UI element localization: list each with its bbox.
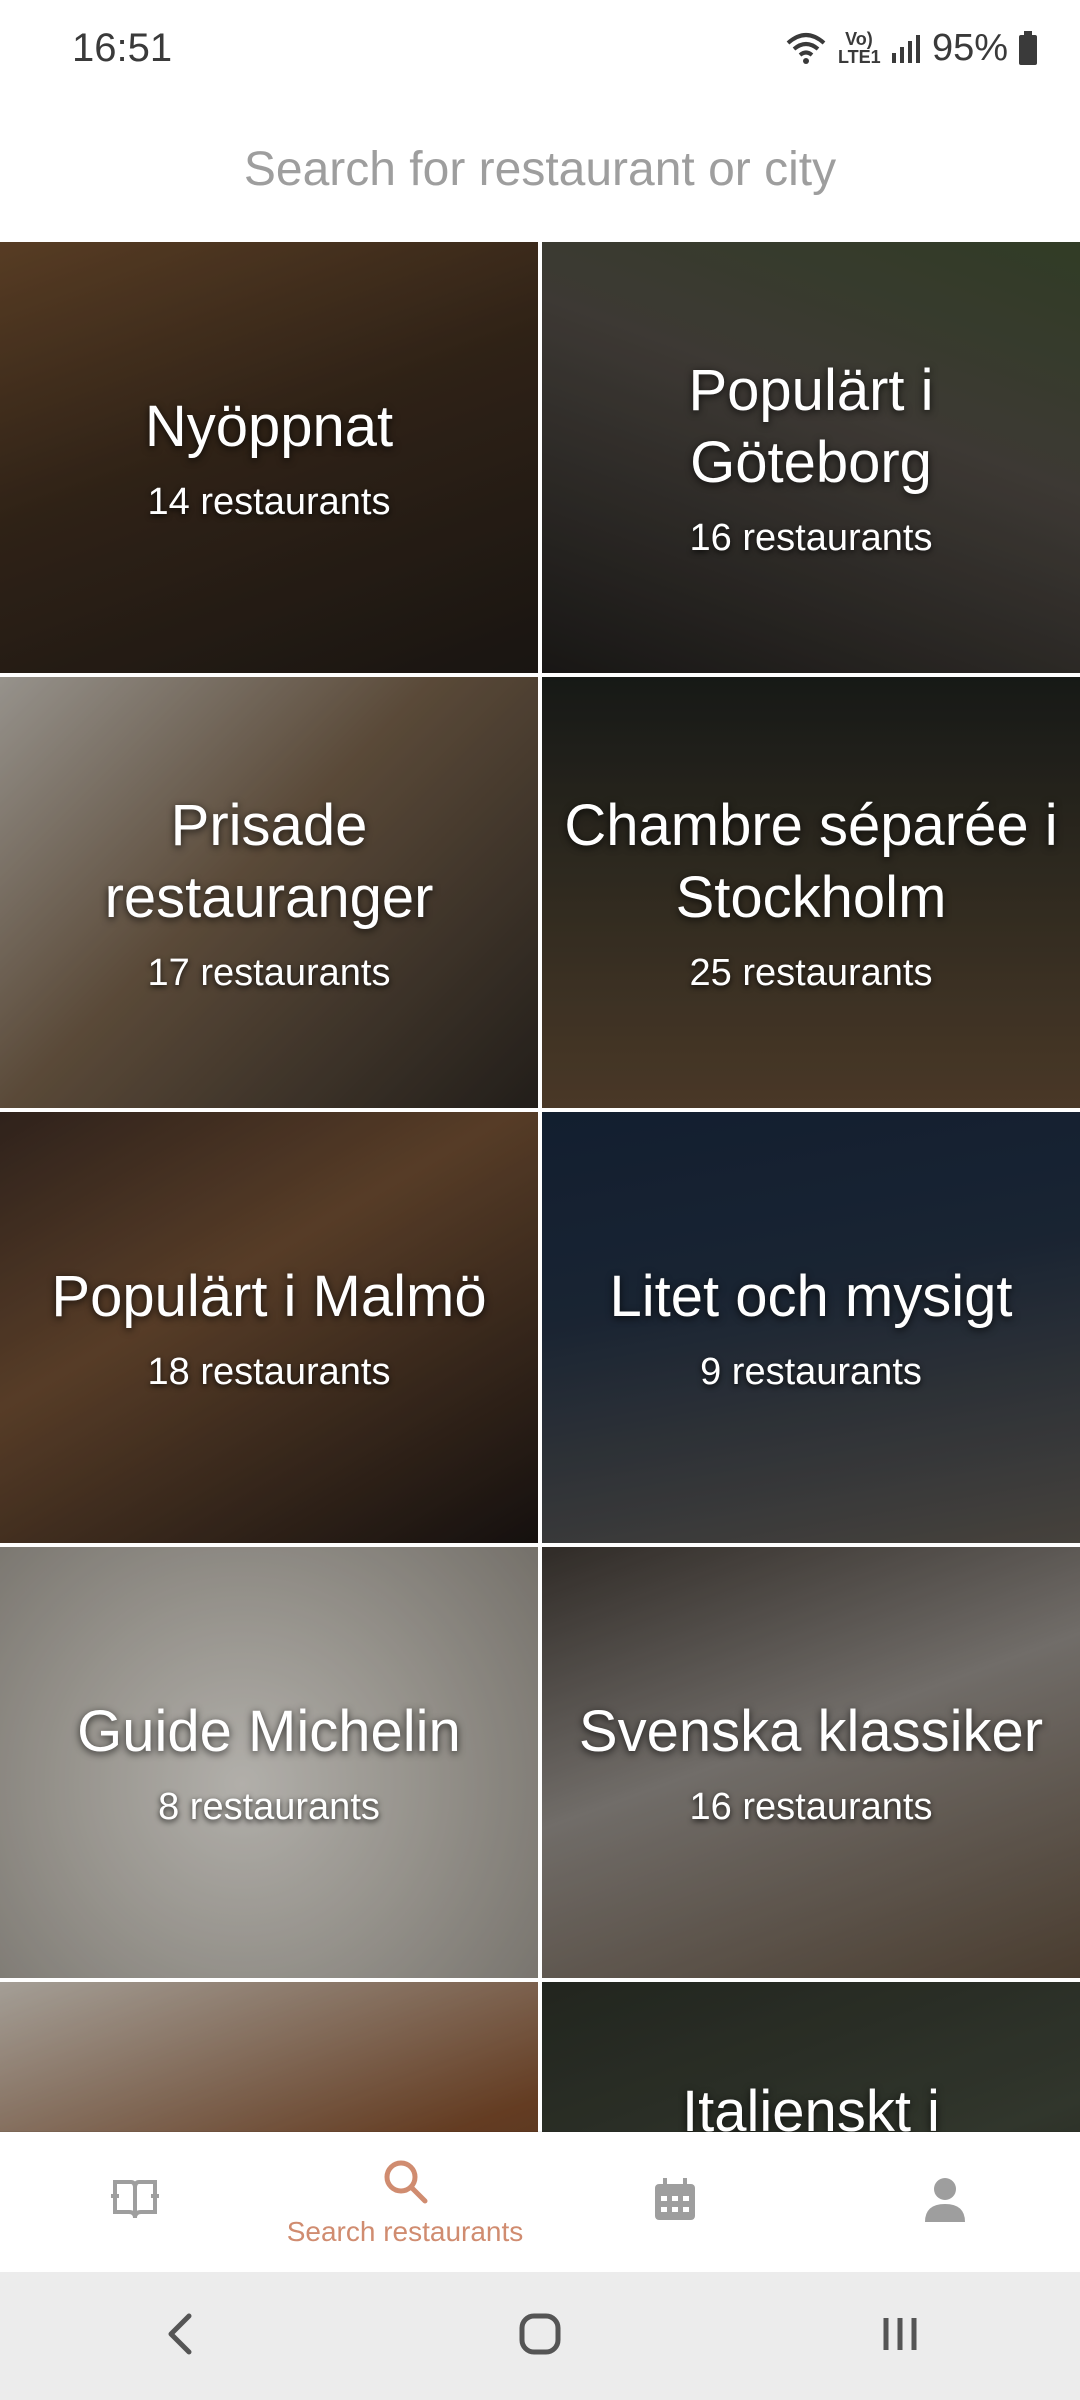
- home-icon: [518, 2312, 562, 2361]
- nav-label-search: Search restaurants: [286, 2215, 524, 2247]
- collection-tile[interactable]: Italienskt i: [542, 1982, 1080, 2132]
- collection-count: 16 restaurants: [689, 1786, 933, 1828]
- collection-tile[interactable]: Svenska klassiker 16 restaurants: [542, 1547, 1080, 1978]
- search-bar: [0, 96, 1080, 242]
- collection-tile[interactable]: [0, 1982, 538, 2132]
- collection-tile[interactable]: Litet och mysigt 9 restaurants: [542, 1112, 1080, 1543]
- search-icon: [381, 2157, 429, 2210]
- back-icon: [165, 2312, 195, 2361]
- collections-grid: Nyöppnat 14 restaurants Populärt i Göteb…: [0, 242, 1080, 2132]
- book-icon: [107, 2178, 163, 2227]
- battery-text: 95%: [931, 26, 1008, 69]
- collection-count: 18 restaurants: [147, 1351, 391, 1393]
- search-input[interactable]: [88, 140, 992, 198]
- nav-item-guides[interactable]: [0, 2132, 270, 2272]
- collection-tile[interactable]: Populärt i Malmö 18 restaurants: [0, 1112, 538, 1543]
- nav-item-bookings[interactable]: [540, 2132, 810, 2272]
- home-button[interactable]: [470, 2286, 610, 2386]
- status-icons: Vo) LTE1 95%: [784, 27, 1038, 70]
- collection-tile[interactable]: Prisade restauranger 17 restaurants: [0, 677, 538, 1108]
- collection-tile[interactable]: Chambre séparée i Stockholm 25 restauran…: [542, 677, 1080, 1108]
- collection-title: Prisade restauranger: [104, 793, 434, 930]
- collection-title: Italienskt i: [682, 2079, 940, 2132]
- system-nav-bar: [0, 2272, 1080, 2400]
- signal-icon: [890, 33, 922, 63]
- nav-item-search[interactable]: Search restaurants: [270, 2132, 540, 2272]
- collection-count: 16 restaurants: [689, 517, 933, 559]
- recents-button[interactable]: [830, 2286, 970, 2386]
- recents-icon: [880, 2314, 920, 2359]
- collection-title: Svenska klassiker: [578, 1699, 1044, 1764]
- status-bar: 16:51 Vo) LTE1 95%: [0, 0, 1080, 96]
- calendar-icon: [651, 2176, 699, 2229]
- collection-title: Populärt i Malmö: [51, 1264, 487, 1329]
- collection-count: 17 restaurants: [147, 952, 391, 994]
- nav-item-profile[interactable]: [810, 2132, 1080, 2272]
- collection-title: Nyöppnat: [144, 394, 394, 459]
- collection-title: Litet och mysigt: [609, 1264, 1013, 1329]
- collection-count: 8 restaurants: [158, 1786, 380, 1828]
- collection-tile[interactable]: Nyöppnat 14 restaurants: [0, 242, 538, 673]
- profile-icon: [923, 2176, 967, 2229]
- collection-title: Chambre séparée i Stockholm: [564, 793, 1058, 930]
- battery-icon: [1018, 31, 1038, 65]
- wifi-icon: [784, 31, 828, 65]
- collection-count: 14 restaurants: [147, 481, 391, 523]
- collection-title: Populärt i Göteborg: [688, 358, 934, 495]
- collection-title: Guide Michelin: [77, 1699, 461, 1764]
- volte-icon: Vo) LTE1: [837, 29, 881, 67]
- status-time: 16:51: [72, 25, 173, 70]
- collection-count: 9 restaurants: [700, 1351, 922, 1393]
- collection-count: 25 restaurants: [689, 952, 933, 994]
- bottom-nav: Search restaurants: [0, 2132, 1080, 2272]
- back-button[interactable]: [110, 2286, 250, 2386]
- collection-tile[interactable]: Guide Michelin 8 restaurants: [0, 1547, 538, 1978]
- collection-tile[interactable]: Populärt i Göteborg 16 restaurants: [542, 242, 1080, 673]
